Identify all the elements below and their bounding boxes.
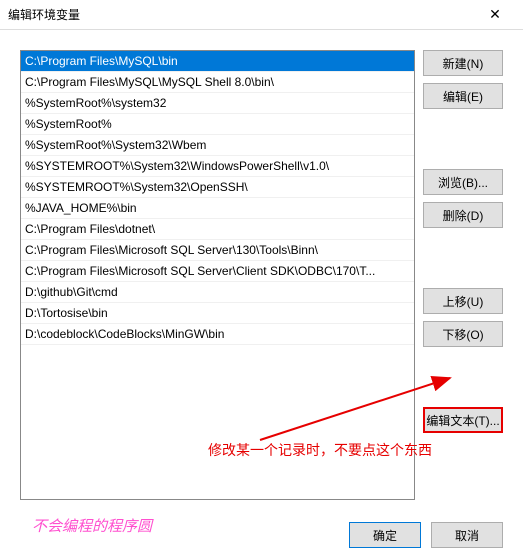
edit-button[interactable]: 编辑(E) (423, 83, 503, 109)
list-item[interactable]: D:\codeblock\CodeBlocks\MinGW\bin (21, 324, 414, 345)
ok-button[interactable]: 确定 (349, 522, 421, 548)
new-button[interactable]: 新建(N) (423, 50, 503, 76)
signature-text: 不会编程的程序圆 (32, 515, 152, 536)
list-item[interactable]: C:\Program Files\MySQL\MySQL Shell 8.0\b… (21, 72, 414, 93)
list-item[interactable]: %JAVA_HOME%\bin (21, 198, 414, 219)
path-listbox[interactable]: C:\Program Files\MySQL\binC:\Program Fil… (20, 50, 415, 500)
list-item[interactable]: C:\Program Files\Microsoft SQL Server\13… (21, 240, 414, 261)
close-icon[interactable]: ✕ (475, 1, 515, 29)
list-item[interactable]: %SYSTEMROOT%\System32\WindowsPowerShell\… (21, 156, 414, 177)
list-item[interactable]: C:\Program Files\Microsoft SQL Server\Cl… (21, 261, 414, 282)
side-buttons: 新建(N) 编辑(E) 浏览(B)... 删除(D) 上移(U) 下移(O) 编… (423, 50, 503, 500)
dialog-content: C:\Program Files\MySQL\binC:\Program Fil… (20, 50, 503, 500)
window-title: 编辑环境变量 (8, 6, 80, 23)
list-item[interactable]: C:\Program Files\MySQL\bin (21, 51, 414, 72)
bottom-bar: 确定 取消 (349, 522, 503, 548)
list-item[interactable]: C:\Program Files\dotnet\ (21, 219, 414, 240)
list-item[interactable]: %SystemRoot% (21, 114, 414, 135)
list-item[interactable]: %SystemRoot%\System32\Wbem (21, 135, 414, 156)
delete-button[interactable]: 删除(D) (423, 202, 503, 228)
list-item[interactable]: %SystemRoot%\system32 (21, 93, 414, 114)
list-item[interactable]: D:\Tortosise\bin (21, 303, 414, 324)
move-down-button[interactable]: 下移(O) (423, 321, 503, 347)
browse-button[interactable]: 浏览(B)... (423, 169, 503, 195)
titlebar: 编辑环境变量 ✕ (0, 0, 523, 30)
cancel-button[interactable]: 取消 (431, 522, 503, 548)
edit-text-button[interactable]: 编辑文本(T)... (423, 407, 503, 433)
list-item[interactable]: %SYSTEMROOT%\System32\OpenSSH\ (21, 177, 414, 198)
list-item[interactable]: D:\github\Git\cmd (21, 282, 414, 303)
move-up-button[interactable]: 上移(U) (423, 288, 503, 314)
